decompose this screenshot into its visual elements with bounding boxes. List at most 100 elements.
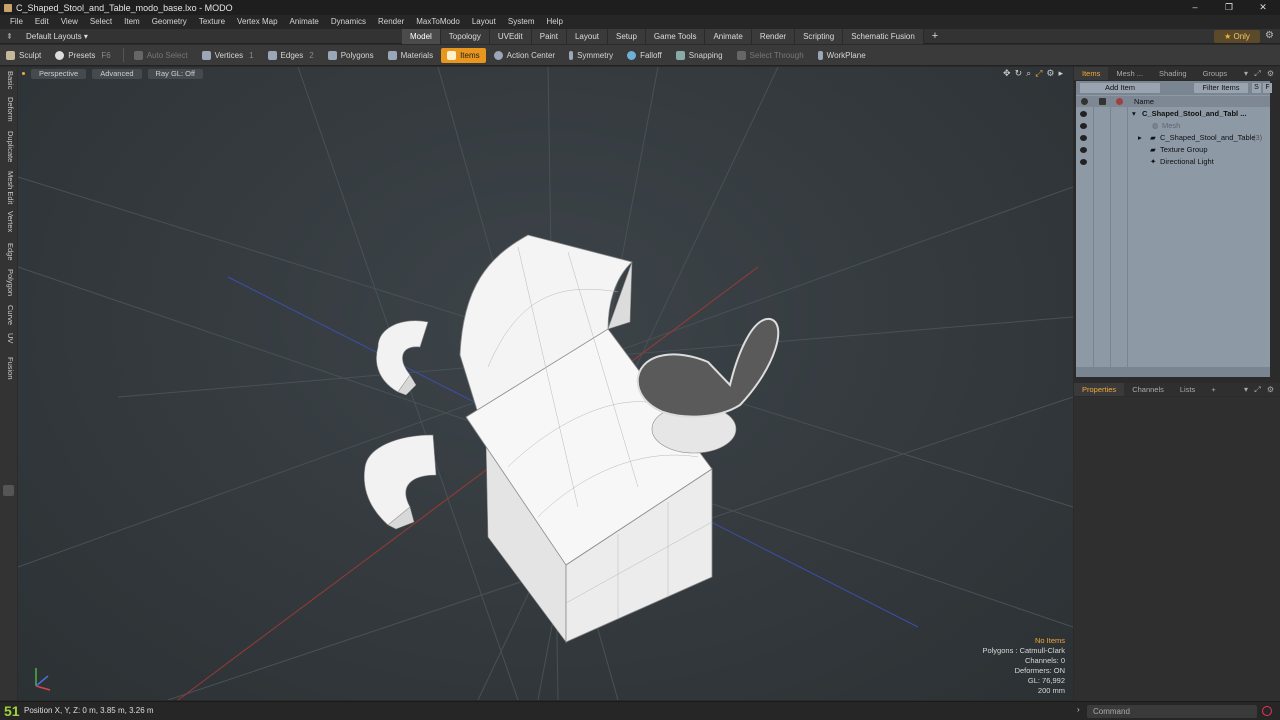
auto-select-button[interactable]: Auto Select [128,48,194,63]
layout-selector[interactable]: ⇞ Default Layouts ▾ [0,32,92,41]
tab-scripting[interactable]: Scripting [795,29,844,44]
viewport-gear-icon[interactable]: ⚙ [1046,68,1054,79]
record-icon[interactable] [1262,706,1272,716]
3d-viewport[interactable]: Perspective Advanced Ray GL: Off ✥ ↻ ⌕ ⤢… [18,67,1073,700]
properties-controls-icon[interactable]: ▾ ⤢ ⚙ [1244,385,1276,395]
tab-shading[interactable]: Shading [1151,67,1195,80]
vtab-mesh-edit[interactable]: Mesh Edit [2,171,15,204]
eye-icon[interactable] [1080,123,1087,129]
menu-view[interactable]: View [55,15,84,29]
tree-item-scene[interactable]: ▾ C_Shaped_Stool_and_Tabl ... [1076,108,1270,120]
materials-button[interactable]: Materials [382,48,439,63]
fit-icon[interactable]: ⤢ [1035,68,1042,79]
tab-schematic-fusion[interactable]: Schematic Fusion [843,29,924,44]
symmetry-button[interactable]: Symmetry [563,48,619,63]
command-history-icon[interactable]: › [1077,705,1080,714]
item-list-scrollbar[interactable] [1076,367,1270,377]
tab-render[interactable]: Render [751,29,796,44]
eye-icon[interactable] [1080,135,1087,141]
expand-arrow-icon[interactable]: ▸ [1058,68,1063,79]
vertices-button[interactable]: Vertices 1 [196,48,260,63]
polygons-button[interactable]: Polygons [322,48,380,63]
close-button[interactable]: ✕ [1246,0,1280,15]
panel-controls-icon[interactable]: ▾ ⤢ ⚙ [1244,69,1276,79]
vtab-fusion[interactable]: Fusion [2,357,15,380]
eye-icon[interactable] [1080,147,1087,153]
tab-lists[interactable]: Lists [1172,383,1203,396]
menu-layout[interactable]: Layout [466,15,502,29]
edges-button[interactable]: Edges 2 [262,48,320,63]
menu-texture[interactable]: Texture [193,15,231,29]
sculpt-button[interactable]: Sculpt [0,48,47,63]
collapse-icon[interactable]: ▸ [1138,132,1142,144]
menu-edit[interactable]: Edit [29,15,55,29]
tab-topology[interactable]: Topology [440,29,490,44]
select-through-button[interactable]: Select Through [731,48,810,63]
add-panel-tab-button[interactable]: + [1203,383,1223,396]
workplane-button[interactable]: WorkPlane [812,48,872,63]
presets-button[interactable]: Presets F6 [49,48,116,63]
vtab-deform[interactable]: Deform [2,97,15,122]
shading-button[interactable]: Advanced [92,68,142,79]
add-item-button[interactable]: Add Item [1080,83,1160,93]
filter-items-button[interactable]: Filter Items [1194,83,1248,93]
viewport-options-icon[interactable] [22,72,25,75]
menu-render[interactable]: Render [372,15,410,29]
tree-item-mesh[interactable]: ◍ Mesh [1076,120,1270,132]
command-input[interactable]: Command [1087,705,1257,718]
view-type-button[interactable]: Perspective [31,68,87,79]
only-button[interactable]: ★ Only [1214,30,1260,43]
vtab-polygon[interactable]: Polygon [2,269,15,296]
eye-icon[interactable] [1080,159,1087,165]
vtab-duplicate[interactable]: Duplicate [2,131,15,162]
zoom-icon[interactable]: ⌕ [1026,68,1031,79]
pan-icon[interactable]: ✥ [1003,68,1011,79]
tab-game-tools[interactable]: Game Tools [645,29,706,44]
menu-geometry[interactable]: Geometry [146,15,193,29]
vtab-curve[interactable]: Curve [2,305,15,325]
menu-maxtomodo[interactable]: MaxToModo [410,15,466,29]
expand-icon[interactable]: ▾ [1132,108,1136,120]
vtab-edge[interactable]: Edge [2,243,15,261]
palette-toggle[interactable] [3,485,14,496]
tab-setup[interactable]: Setup [608,29,646,44]
tab-items[interactable]: Items [1074,67,1109,80]
menu-help[interactable]: Help [541,15,569,29]
snapping-button[interactable]: Snapping [670,48,729,63]
menu-dynamics[interactable]: Dynamics [325,15,372,29]
tab-properties[interactable]: Properties [1074,383,1125,396]
menu-system[interactable]: System [502,15,541,29]
tab-groups[interactable]: Groups [1195,67,1236,80]
tab-model[interactable]: Model [402,29,441,44]
maximize-button[interactable]: ❐ [1212,0,1246,15]
tree-item-texture-group[interactable]: ▰ Texture Group [1076,144,1270,156]
menu-animate[interactable]: Animate [284,15,325,29]
menu-file[interactable]: File [4,15,29,29]
vtab-basic[interactable]: Basic [2,71,15,89]
tab-uvedit[interactable]: UVEdit [489,29,532,44]
gear-icon[interactable]: ⚙ [1265,30,1274,41]
s-toggle[interactable]: S [1252,83,1261,93]
tab-paint[interactable]: Paint [531,29,567,44]
tab-channels[interactable]: Channels [1124,383,1172,396]
menu-vertex-map[interactable]: Vertex Map [231,15,283,29]
add-tab-button[interactable]: + [924,29,946,44]
tab-animate[interactable]: Animate [705,29,752,44]
name-column[interactable]: Name [1134,96,1154,107]
vtab-vertex[interactable]: Vertex [2,211,15,232]
eye-icon[interactable] [1080,111,1087,117]
menu-select[interactable]: Select [84,15,118,29]
rotate-icon[interactable]: ↻ [1015,68,1023,79]
falloff-button[interactable]: Falloff [621,48,668,63]
tab-layout[interactable]: Layout [566,29,608,44]
tree-item-directional-light[interactable]: ✦ Directional Light [1076,156,1270,168]
minimize-button[interactable]: – [1178,0,1212,15]
menu-item[interactable]: Item [118,15,146,29]
tree-item-group[interactable]: ▸ ▰ C_Shaped_Stool_and_Table (3) [1076,132,1270,144]
tab-mesh[interactable]: Mesh ... [1108,67,1151,80]
vtab-uv[interactable]: UV [2,333,15,343]
f-toggle[interactable]: F [1263,83,1272,93]
action-center-button[interactable]: Action Center [488,48,561,63]
items-button[interactable]: Items [441,47,486,63]
raygl-button[interactable]: Ray GL: Off [147,68,204,79]
